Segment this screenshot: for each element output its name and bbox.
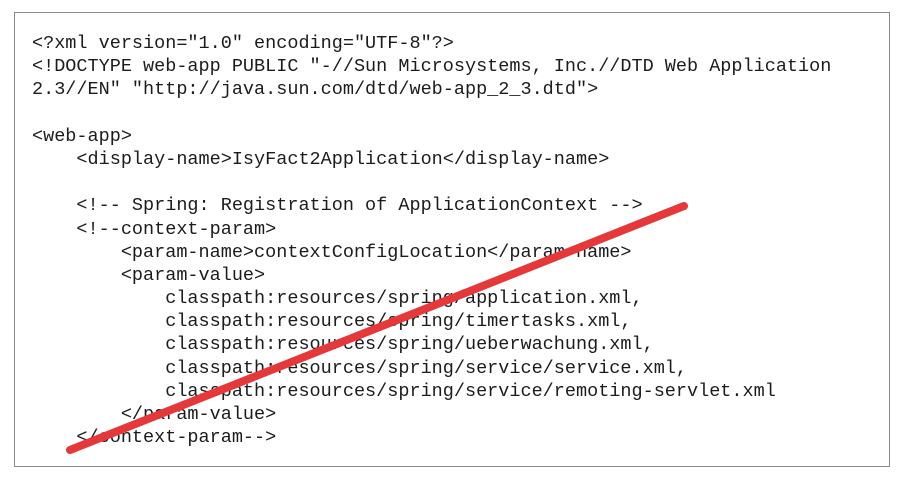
code-line: classpath:resources/spring/ueberwachung.… <box>32 334 654 356</box>
code-line: <!--context-param> <box>32 218 277 240</box>
code-line: 2.3//EN" "http://java.sun.com/dtd/web-ap… <box>32 79 599 101</box>
code-line: <!-- Spring: Registration of Application… <box>32 195 643 217</box>
code-line: <!DOCTYPE web-app PUBLIC "-//Sun Microsy… <box>32 56 832 78</box>
code-line: </param-value> <box>32 404 277 425</box>
code-line: <param-value> <box>32 264 266 286</box>
code-line: <param-name>contextConfigLocation</param… <box>32 241 632 263</box>
code-line: classpath:resources/spring/application.x… <box>32 288 643 310</box>
xml-code-listing: <?xml version="1.0" encoding="UTF-8"?> <!… <box>32 32 831 449</box>
code-line: <?xml version="1.0" encoding="UTF-8"?> <box>32 33 454 54</box>
code-line: <web-app> <box>32 125 132 147</box>
code-line: <display-name>IsyFact2Application</displ… <box>32 148 610 170</box>
code-line: classpath:resources/spring/service/remot… <box>32 380 776 402</box>
code-line: </context-param--> <box>32 427 277 449</box>
code-line: classpath:resources/spring/service/servi… <box>32 357 688 379</box>
code-line: classpath:resources/spring/timertasks.xm… <box>32 311 632 333</box>
